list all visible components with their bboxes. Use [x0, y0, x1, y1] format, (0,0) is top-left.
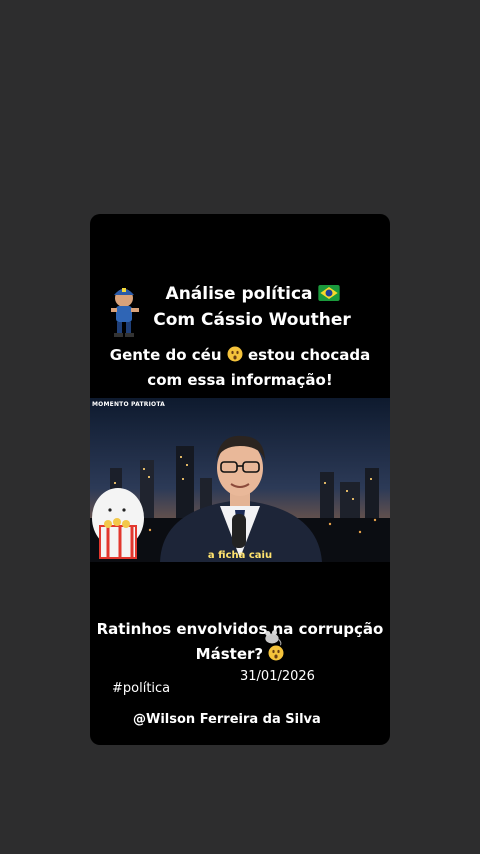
subtitle-text-start: Gente do céu — [109, 346, 222, 364]
mouse-icon — [265, 630, 282, 646]
subtitle-line-2: com essa informação! — [147, 371, 333, 389]
title-text: Análise política — [165, 284, 313, 304]
date-label: 31/01/2026 — [240, 669, 315, 684]
subtitle-line-1: Gente do céu estou chocada — [90, 346, 390, 364]
video-frame[interactable]: MOMENTO PATRIOTA — [90, 398, 390, 562]
astonished-face-icon — [227, 346, 243, 362]
title-line-1: Análise política — [90, 284, 390, 304]
channel-logo: MOMENTO PATRIOTA — [92, 401, 165, 408]
author-handle[interactable]: @Wilson Ferreira da Silva — [133, 712, 321, 727]
video-caption: a ficha caiu — [207, 550, 273, 561]
body-text-end: Máster? — [195, 645, 264, 663]
body-text-line-2: Máster? — [90, 645, 390, 663]
hashtag-label[interactable]: #política — [112, 681, 170, 696]
astonished-face-icon — [268, 645, 284, 661]
video-scene — [90, 398, 390, 562]
subtitle-text-end: estou chocada — [247, 346, 371, 364]
brazil-flag-icon — [318, 285, 341, 301]
story-card: Análise política Com Cássio Wouther Gent… — [90, 214, 390, 745]
body-text-line-1: Ratinhos envolvidos na corrupção — [96, 620, 384, 638]
title-line-2: Com Cássio Wouther — [153, 310, 351, 330]
